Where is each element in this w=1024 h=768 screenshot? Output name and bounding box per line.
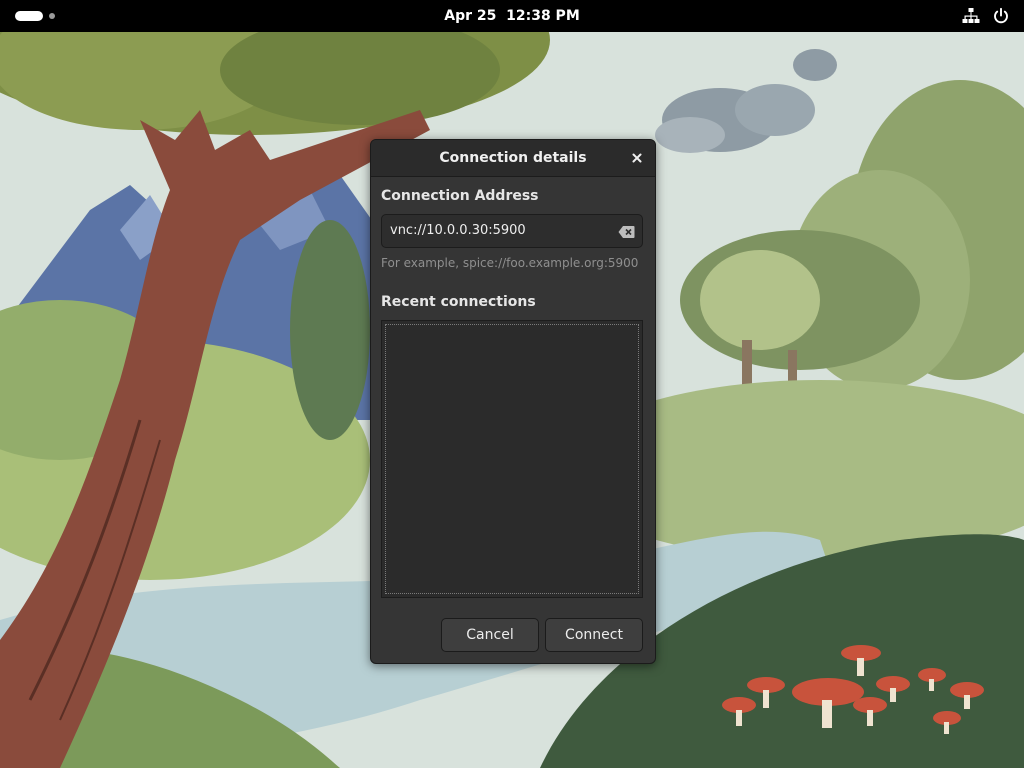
workspace-indicator-inactive <box>49 13 55 19</box>
network-wired-icon[interactable] <box>962 7 980 25</box>
clock-container: Apr 25 12:38 PM <box>0 0 1024 32</box>
dialog-title: Connection details <box>439 150 587 166</box>
cancel-button[interactable]: Cancel <box>441 618 539 652</box>
connection-details-dialog: Connection details Connection Address Fo… <box>370 139 656 664</box>
connect-button[interactable]: Connect <box>545 618 643 652</box>
recent-connections-list[interactable] <box>381 320 643 598</box>
clock-datetime[interactable]: Apr 25 12:38 PM <box>444 8 580 24</box>
connection-address-label: Connection Address <box>381 188 539 204</box>
address-example-hint: For example, spice://foo.example.org:590… <box>381 256 639 270</box>
system-tray <box>962 7 1010 25</box>
connection-address-field[interactable] <box>381 214 643 248</box>
recent-connections-label: Recent connections <box>381 294 536 310</box>
power-icon[interactable] <box>992 7 1010 25</box>
activities-button[interactable] <box>15 11 55 21</box>
connection-address-input[interactable] <box>390 215 612 247</box>
close-icon[interactable] <box>628 149 646 167</box>
top-bar: Apr 25 12:38 PM <box>0 0 1024 32</box>
dialog-titlebar[interactable]: Connection details <box>371 140 655 177</box>
workspace-indicator-active <box>15 11 43 21</box>
list-focus-ring <box>385 324 639 594</box>
clear-text-icon[interactable] <box>618 224 635 238</box>
